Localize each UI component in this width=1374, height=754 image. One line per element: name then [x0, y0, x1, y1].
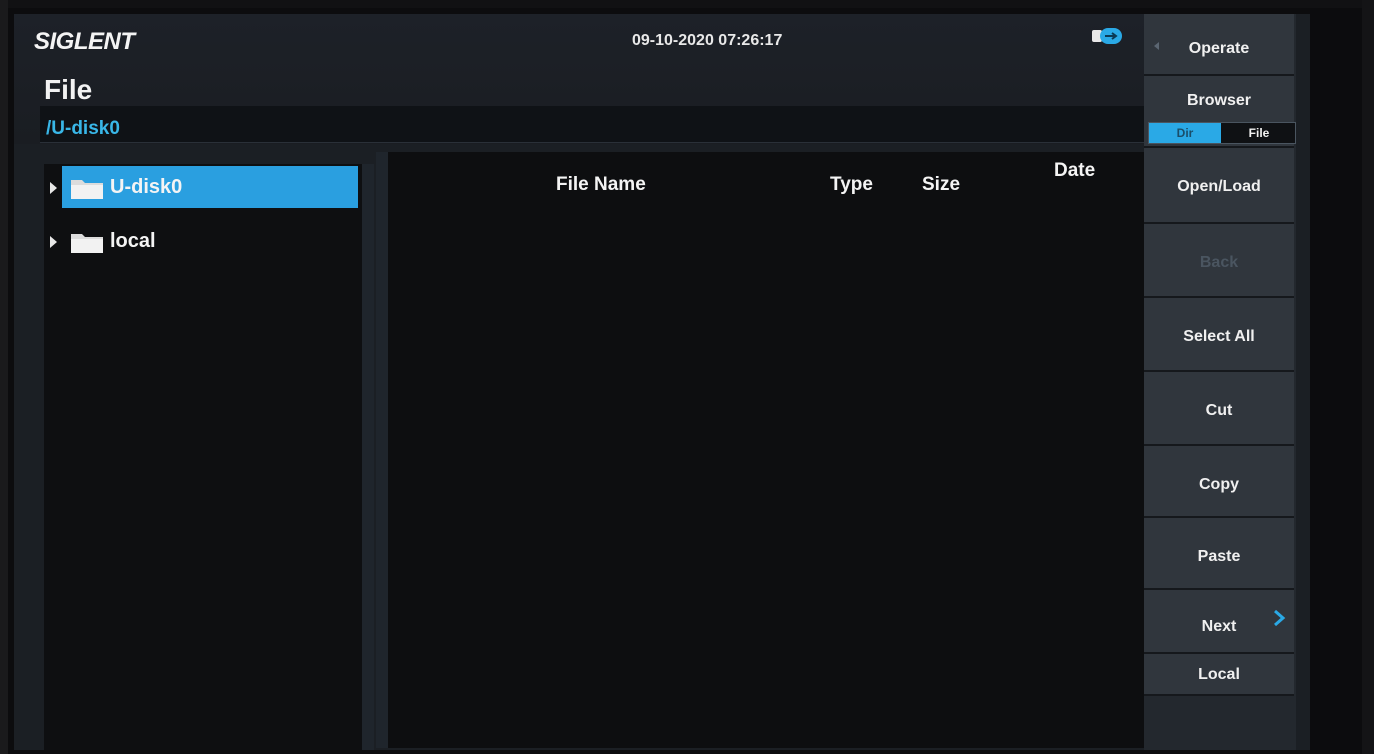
local-label: Local — [1198, 666, 1240, 683]
device-bezel-top — [0, 0, 1374, 8]
select-all-softkey[interactable]: Select All — [1144, 298, 1294, 372]
tree-item-u-disk0[interactable]: U-disk0 — [44, 166, 360, 208]
browser-option-file[interactable]: File — [1223, 123, 1295, 143]
column-header-date[interactable]: Date — [1054, 160, 1095, 182]
open-load-softkey[interactable]: Open/Load — [1144, 148, 1294, 224]
device-bezel-right — [1362, 0, 1374, 754]
brand-logo: SIGLENT — [34, 28, 135, 55]
back-softkey[interactable]: Back — [1144, 224, 1294, 298]
column-header-size[interactable]: Size — [922, 174, 960, 196]
local-softkey[interactable]: Local — [1144, 654, 1294, 696]
open-load-label: Open/Load — [1177, 178, 1261, 195]
current-path: /U-disk0 — [46, 118, 120, 139]
header-bar: SIGLENT 09-10-2020 07:26:17 File /U-disk… — [14, 14, 1148, 144]
next-softkey[interactable]: Next — [1144, 590, 1294, 654]
folder-icon — [71, 180, 103, 199]
copy-softkey[interactable]: Copy — [1144, 446, 1294, 518]
selection-highlight — [62, 166, 358, 208]
browser-mode-toggle[interactable]: Dir File — [1148, 122, 1296, 144]
cut-softkey[interactable]: Cut — [1144, 372, 1294, 446]
cut-label: Cut — [1205, 402, 1233, 419]
directory-tree: U-disk0 local — [44, 164, 374, 750]
column-header-type[interactable]: Type — [830, 174, 873, 196]
browser-option-dir[interactable]: Dir — [1149, 123, 1221, 143]
file-list-panel[interactable]: File Name Type Size Date — [376, 152, 1158, 748]
paste-softkey[interactable]: Paste — [1144, 518, 1294, 590]
folder-icon — [71, 234, 103, 253]
tree-item-label: local — [110, 230, 156, 252]
select-all-label: Select All — [1183, 328, 1255, 345]
instrument-screen: SIGLENT 09-10-2020 07:26:17 File /U-disk… — [14, 14, 1310, 750]
back-label: Back — [1199, 254, 1239, 271]
browser-softkey[interactable]: Browser Dir File — [1144, 76, 1296, 148]
column-header-file-name[interactable]: File Name — [556, 174, 646, 196]
tree-item-local[interactable]: local — [44, 220, 360, 260]
operate-softkey[interactable]: Operate — [1144, 14, 1294, 76]
paste-label: Paste — [1197, 548, 1241, 565]
device-bezel-left — [0, 0, 8, 754]
datetime-display: 09-10-2020 07:26:17 — [632, 32, 783, 49]
softkey-menu: Operate Browser Dir File Open/Load Back … — [1144, 14, 1296, 750]
tree-item-label: U-disk0 — [110, 176, 183, 198]
chevron-right-icon — [1274, 609, 1286, 627]
copy-label: Copy — [1199, 476, 1239, 493]
usb-connected-icon — [1092, 28, 1122, 44]
expand-arrow-icon[interactable] — [50, 182, 57, 194]
path-bar: /U-disk0 — [40, 106, 1144, 143]
page-title: File — [44, 74, 93, 105]
expand-arrow-icon[interactable] — [50, 236, 57, 248]
operate-label: Operate — [1188, 40, 1250, 57]
browser-label: Browser — [1186, 92, 1252, 109]
